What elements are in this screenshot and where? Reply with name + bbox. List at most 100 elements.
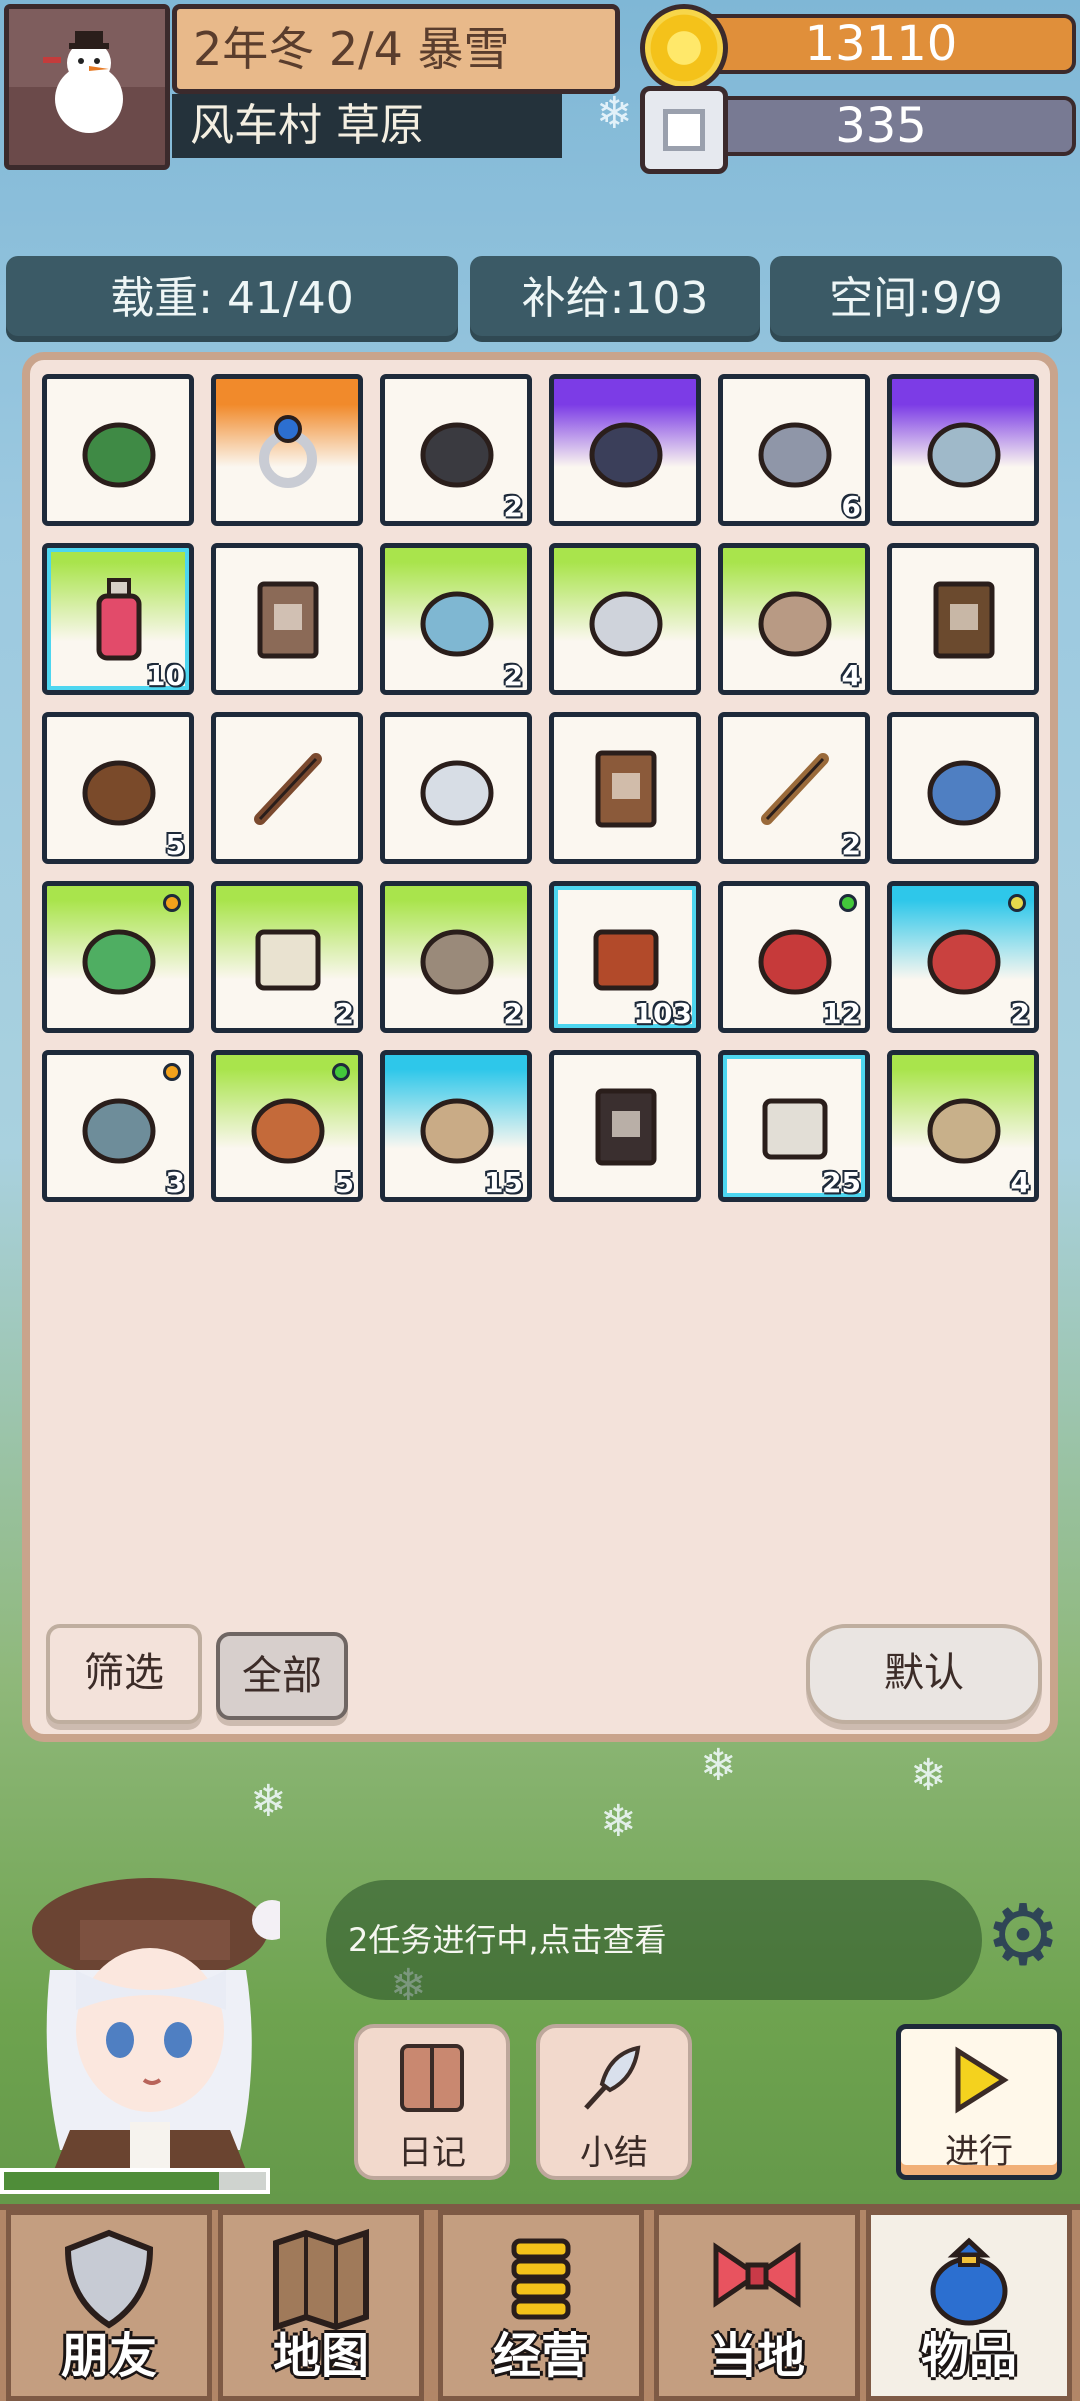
nav-local-label: 当地 xyxy=(708,2328,805,2384)
nav-local[interactable]: 当地 xyxy=(654,2210,860,2401)
health-bar-fill xyxy=(4,2172,219,2190)
inventory-slot[interactable] xyxy=(549,374,701,526)
summary-button[interactable]: 小结 xyxy=(536,2024,692,2180)
snowflake-icon: ❄ xyxy=(600,1796,637,1847)
feather-icon xyxy=(420,760,494,826)
inventory-slot[interactable] xyxy=(42,374,194,526)
inventory-slot[interactable]: 2 xyxy=(887,881,1039,1033)
diary-book-icon xyxy=(400,2044,464,2112)
nav-friends[interactable]: 朋友 xyxy=(6,2210,212,2401)
inventory-slot[interactable] xyxy=(380,712,532,864)
item-count: 2 xyxy=(841,828,861,861)
herb-icon xyxy=(82,929,156,995)
medkit-icon xyxy=(762,1098,828,1160)
inventory-slot[interactable] xyxy=(887,543,1039,695)
gold-counter: 13110 xyxy=(640,4,1076,92)
inventory-slot[interactable] xyxy=(211,374,363,526)
snowflake-icon: ❄ xyxy=(910,1750,947,1801)
silver-counter: 335 xyxy=(640,86,1076,174)
proceed-label: 进行 xyxy=(945,2132,1013,2172)
inventory-panel: 2 6 10 2 4 5 2 2 2 103 12 2 3 5 15 25 4 筛选 全部 默认 xyxy=(22,352,1058,1742)
snowflake-icon: ❄ xyxy=(700,1740,737,1791)
skull-book-icon xyxy=(257,581,319,659)
play-arrow-icon xyxy=(955,2046,1009,2114)
inventory-slot[interactable] xyxy=(887,374,1039,526)
horn-icon xyxy=(927,1098,1001,1164)
nav-items-label: 物品 xyxy=(920,2328,1017,2384)
inventory-slot[interactable] xyxy=(549,1050,701,1202)
status-dot xyxy=(332,1063,350,1081)
inventory-slot[interactable]: 2 xyxy=(211,881,363,1033)
nav-map-label: 地图 xyxy=(272,2328,369,2384)
inventory-slot[interactable]: 4 xyxy=(718,543,870,695)
inventory-slot[interactable] xyxy=(211,543,363,695)
sword-icon xyxy=(761,753,829,825)
rune-stone-icon xyxy=(758,591,832,657)
sort-default-button[interactable]: 默认 xyxy=(806,1624,1042,1724)
nav-business[interactable]: 经营 xyxy=(438,2210,644,2401)
item-count: 3 xyxy=(165,1166,185,1199)
supply-stat: 补给:103 xyxy=(470,256,760,342)
proceed-button[interactable]: 进行 xyxy=(896,2024,1062,2180)
item-count: 6 xyxy=(841,490,861,523)
quest-notice[interactable]: 2任务进行中,点击查看 xyxy=(326,1880,982,2000)
inventory-slot[interactable]: 2 xyxy=(380,543,532,695)
inventory-slot[interactable]: 5 xyxy=(42,712,194,864)
filter-button[interactable]: 筛选 xyxy=(46,1624,202,1724)
scroll-paper-icon xyxy=(255,929,321,991)
inventory-slot[interactable]: 6 xyxy=(718,374,870,526)
diary-button[interactable]: 日记 xyxy=(354,2024,510,2180)
bandage-icon xyxy=(420,1098,494,1164)
armor-icon xyxy=(589,591,663,657)
nav-items[interactable]: 物品 xyxy=(866,2210,1072,2401)
item-count: 2 xyxy=(503,997,523,1030)
item-count: 10 xyxy=(146,659,185,692)
inventory-slot[interactable] xyxy=(887,712,1039,864)
inventory-slot[interactable] xyxy=(549,712,701,864)
status-dot xyxy=(163,894,181,912)
inventory-slot[interactable]: 12 xyxy=(718,881,870,1033)
settings-gear-icon[interactable]: ⚙ xyxy=(980,1892,1066,1978)
nav-friends-label: 朋友 xyxy=(60,2328,157,2384)
item-count: 4 xyxy=(841,659,861,692)
quill-icon xyxy=(584,2045,641,2110)
character-portrait[interactable] xyxy=(10,1860,280,2170)
inventory-slot[interactable]: 10 xyxy=(42,543,194,695)
space-stat: 空间:9/9 xyxy=(770,256,1062,342)
all-button[interactable]: 全部 xyxy=(216,1632,348,1720)
inventory-slot[interactable]: 2 xyxy=(380,374,532,526)
status-dot xyxy=(1008,894,1026,912)
gold-coin-icon xyxy=(640,4,728,92)
weight-stat: 载重: 41/40 xyxy=(6,256,458,342)
blue-leaf-icon xyxy=(927,760,1001,826)
inventory-slot[interactable] xyxy=(211,712,363,864)
crystal-ore-icon xyxy=(927,422,1001,488)
inventory-slot[interactable]: 3 xyxy=(42,1050,194,1202)
item-count: 2 xyxy=(334,997,354,1030)
item-count: 2 xyxy=(503,659,523,692)
status-dot xyxy=(163,1063,181,1081)
inventory-slot[interactable]: 4 xyxy=(887,1050,1039,1202)
dark-gem-icon xyxy=(589,422,663,488)
item-count: 12 xyxy=(822,997,861,1030)
item-count: 5 xyxy=(165,828,185,861)
bottom-nav: 朋友 地图 经营 当地 物品 xyxy=(0,2204,1080,2401)
inventory-slot[interactable]: 5 xyxy=(211,1050,363,1202)
inventory-slot[interactable]: 2 xyxy=(718,712,870,864)
inventory-slot[interactable]: 103 xyxy=(549,881,701,1033)
pentagram-book-icon xyxy=(595,1088,657,1166)
item-count: 103 xyxy=(633,997,692,1030)
inventory-slot[interactable]: 2 xyxy=(380,881,532,1033)
location-label: 风车村 草原 xyxy=(172,94,562,158)
inventory-slot[interactable]: 15 xyxy=(380,1050,532,1202)
snowflake-icon: ❄ xyxy=(596,88,633,139)
diary-label: 日记 xyxy=(398,2133,466,2173)
inventory-slot[interactable] xyxy=(549,543,701,695)
snowflake-icon: ❄ xyxy=(250,1776,287,1827)
inventory-slot[interactable] xyxy=(42,881,194,1033)
status-dot xyxy=(839,894,857,912)
player-avatar[interactable] xyxy=(4,4,170,170)
nav-map[interactable]: 地图 xyxy=(218,2210,424,2401)
inventory-slot[interactable]: 25 xyxy=(718,1050,870,1202)
ore-pickaxe-icon xyxy=(758,422,832,488)
